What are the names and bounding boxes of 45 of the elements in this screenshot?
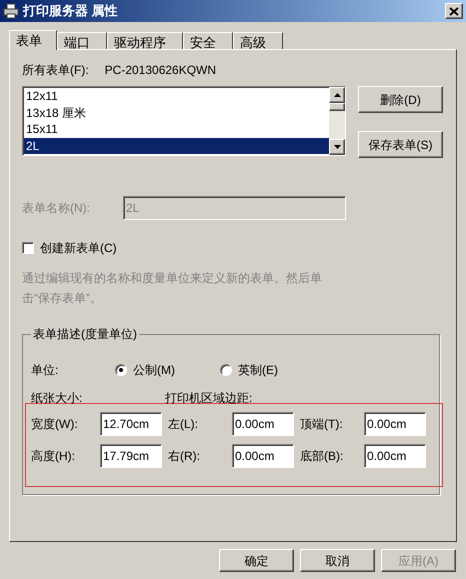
description: 通过编辑现有的名称和度量单位来定义新的表单。然后单击“保存表单”。 (22, 270, 323, 307)
measure-field[interactable]: 12.70cm (100, 412, 162, 436)
dialog-button[interactable]: 确定 (219, 549, 294, 572)
list-item[interactable]: 15x11 (24, 121, 329, 138)
up-arrow-icon (334, 93, 340, 97)
tab[interactable]: 驱动程序 (107, 32, 183, 49)
tab[interactable]: 高级 (233, 32, 283, 49)
scrollbar[interactable] (329, 87, 345, 155)
dialog-button[interactable]: 取消 (300, 549, 375, 572)
printer-icon (3, 3, 19, 19)
paper-size-label: 纸张大小: (31, 390, 84, 407)
close-button[interactable] (445, 3, 463, 19)
units-label: 单位: (31, 362, 60, 379)
measure-field[interactable]: 17.79cm (100, 444, 162, 468)
field-label: 高度(H): (31, 448, 76, 465)
measure-field[interactable]: 0.00cm (232, 412, 294, 436)
tab[interactable]: 端口 (57, 32, 107, 49)
field-label: 右(R): (167, 448, 201, 465)
radio-option[interactable]: 英制(E) (220, 361, 325, 379)
tab[interactable]: 安全 (183, 32, 233, 49)
form-name-label: 表单名称(N): (22, 200, 91, 217)
measure-field[interactable]: 0.00cm (364, 444, 426, 468)
close-icon (449, 6, 459, 16)
margins-label: 打印机区域边距: (165, 390, 252, 407)
action-button[interactable]: 保存表单(S) (358, 131, 443, 158)
field-label: 底部(B): (299, 448, 344, 465)
checkbox-label: 创建新表单(C) (40, 240, 117, 257)
measure-field[interactable]: 0.00cm (232, 444, 294, 468)
tab[interactable]: 表单 (9, 30, 57, 50)
list-item[interactable]: 12x11 (24, 88, 329, 104)
list-item[interactable]: 13x18 厘米 (24, 104, 329, 121)
field-label: 宽度(W): (31, 416, 79, 433)
scroll-thumb[interactable] (329, 103, 345, 111)
group-title: 表单描述(度量单位) (31, 326, 139, 342)
window-title: 打印服务器 属性 (23, 2, 119, 20)
server-name: PC-20130626KQWN (104, 62, 216, 79)
down-arrow-icon (334, 145, 340, 149)
checkbox[interactable] (22, 242, 34, 254)
radio-option[interactable]: 公制(M) (115, 361, 220, 379)
forms-label: 所有表单(F): (22, 62, 89, 79)
field-label: 顶端(T): (299, 416, 344, 433)
list-item[interactable]: 2L (24, 138, 329, 154)
action-button[interactable]: 删除(D) (358, 86, 443, 113)
field-label: 左(L): (167, 416, 199, 433)
measure-field[interactable]: 0.00cm (364, 412, 426, 436)
